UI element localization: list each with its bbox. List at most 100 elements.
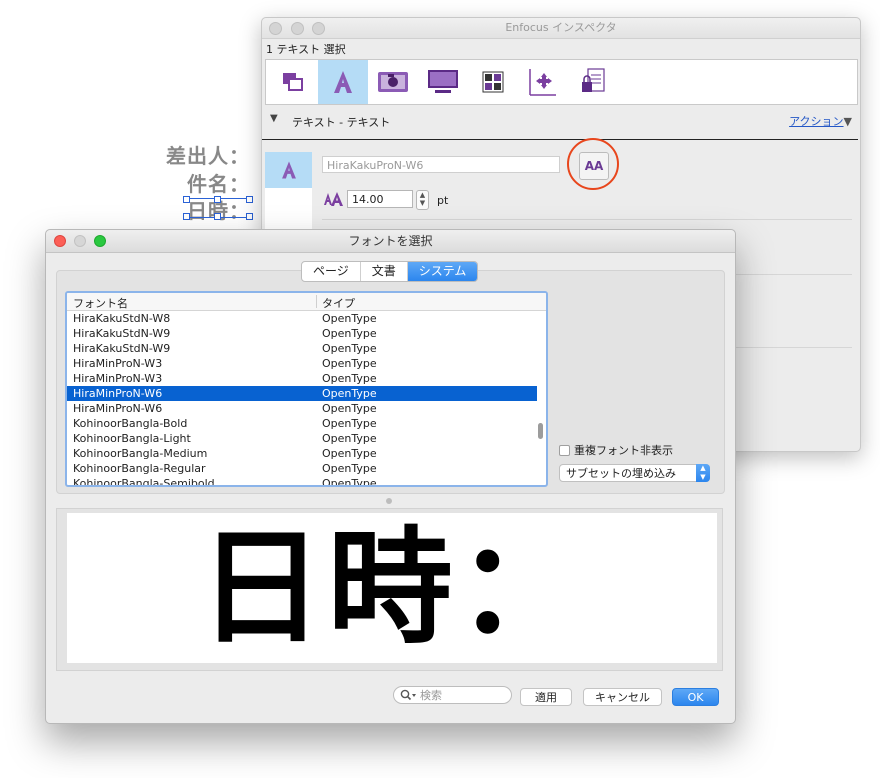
apply-button[interactable]: 適用 [520, 688, 572, 706]
close-button[interactable] [54, 235, 66, 247]
table-row[interactable]: KohinoorBangla-Regular OpenType [67, 461, 537, 476]
table-row[interactable]: KohinoorBangla-Bold OpenType [67, 416, 537, 431]
font-table: フォント名 タイプ HiraKakuStdN-W8 OpenType HiraKa… [65, 291, 548, 487]
tab-document[interactable]: 文書 [361, 262, 408, 281]
search-field[interactable]: 検索 [393, 686, 512, 704]
dropdown-arrow-icon: ▼ [843, 115, 852, 128]
font-size-field[interactable]: 14.00 [347, 190, 413, 208]
column-header-type[interactable]: タイプ [322, 295, 355, 311]
section-title: テキスト - テキスト [292, 116, 391, 129]
hide-duplicates-option[interactable]: 重複フォント非表示 [559, 442, 673, 458]
tab-page[interactable]: ページ [302, 262, 361, 281]
font-preview-text: 日時： [67, 513, 717, 663]
font-name-field[interactable]: HiraKakuProN-W6 [322, 156, 560, 173]
font-type-cell: OpenType [322, 387, 377, 400]
font-aa-icon: AA [584, 159, 604, 173]
hide-duplicates-checkbox[interactable] [559, 444, 570, 456]
selection-handle[interactable] [183, 213, 190, 220]
search-placeholder: 検索 [420, 689, 442, 702]
font-preview-panel: 日時： [56, 508, 723, 671]
selection-handle[interactable] [183, 196, 190, 203]
table-row-selected[interactable]: HiraMinProN-W6 OpenType [67, 386, 537, 401]
selection-handle[interactable] [214, 196, 221, 203]
inspector-window-controls [269, 22, 330, 38]
font-type-cell: OpenType [322, 372, 377, 385]
font-dialog: フォントを選択 ページ 文書 システム フォント名 タイプ HiraKakuSt… [45, 229, 736, 724]
tool-object[interactable] [268, 60, 318, 104]
selection-handle[interactable] [246, 213, 253, 220]
selection-handle[interactable] [214, 213, 221, 220]
vertical-scrollbar[interactable] [538, 423, 543, 439]
action-menu-link[interactable]: アクション▼ [789, 113, 852, 129]
inspector-titlebar: Enfocus インスペクタ [262, 18, 860, 39]
table-row[interactable]: HiraKakuStdN-W9 OpenType [67, 326, 537, 341]
tool-position[interactable] [518, 60, 568, 104]
disclosure-triangle-icon[interactable]: ▼ [270, 113, 278, 124]
ok-button[interactable]: OK [672, 688, 719, 706]
close-button[interactable] [269, 22, 282, 35]
cancel-button[interactable]: キャンセル [583, 688, 662, 706]
camera-icon [378, 72, 408, 92]
font-type-cell: OpenType [322, 417, 377, 430]
column-separator [316, 295, 317, 308]
font-rows: HiraKakuStdN-W8 OpenType HiraKakuStdN-W9 O… [67, 311, 537, 487]
select-arrows-icon: ▲ ▼ [696, 464, 710, 482]
font-name-cell: KohinoorBangla-Light [73, 432, 191, 445]
column-header-font-name[interactable]: フォント名 [73, 295, 128, 311]
font-picker-button[interactable]: AA [579, 152, 609, 180]
table-row[interactable]: HiraKakuStdN-W9 OpenType [67, 341, 537, 356]
splitter-handle[interactable] [386, 498, 392, 504]
tool-security[interactable] [568, 60, 618, 104]
axis-move-icon [529, 69, 556, 96]
font-name-cell: HiraKakuStdN-W8 [73, 312, 171, 325]
subnav-text-item[interactable] [265, 152, 312, 188]
table-row[interactable]: KohinoorBangla-Medium OpenType [67, 446, 537, 461]
zoom-button[interactable] [94, 235, 106, 247]
tool-text[interactable] [318, 60, 368, 104]
text-selection-box[interactable] [183, 196, 253, 220]
font-type-cell: OpenType [322, 402, 377, 415]
subset-embed-value: サブセットの埋め込み [566, 467, 676, 480]
tool-document[interactable] [418, 60, 468, 104]
table-row[interactable]: HiraMinProN-W3 OpenType [67, 371, 537, 386]
font-name-cell: KohinoorBangla-Medium [73, 447, 208, 460]
tool-layout[interactable] [468, 60, 518, 104]
grid-icon [482, 71, 504, 93]
font-type-cell: OpenType [322, 342, 377, 355]
table-row[interactable]: KohinoorBangla-Light OpenType [67, 431, 537, 446]
monitor-icon [428, 70, 458, 93]
font-name-cell: KohinoorBangla-Regular [73, 462, 206, 475]
tool-image[interactable] [368, 60, 418, 104]
tab-system[interactable]: システム [407, 262, 478, 281]
font-dialog-title: フォントを選択 [348, 234, 433, 248]
table-row[interactable]: HiraKakuStdN-W8 OpenType [67, 311, 537, 326]
minimize-button[interactable] [74, 235, 86, 247]
font-size-unit: pt [437, 194, 449, 207]
font-dialog-titlebar: フォントを選択 [46, 230, 735, 253]
font-dialog-window-controls [54, 235, 106, 247]
font-size-icon [324, 192, 343, 206]
subset-embed-select[interactable]: サブセットの埋め込み ▲ ▼ [559, 464, 710, 482]
minimize-button[interactable] [290, 22, 304, 35]
font-name-cell: HiraMinProN-W6 [73, 402, 163, 415]
table-row[interactable]: HiraMinProN-W6 OpenType [67, 401, 537, 416]
table-header: フォント名 タイプ [67, 293, 546, 311]
font-type-cell: OpenType [322, 357, 377, 370]
selection-handle[interactable] [246, 196, 253, 203]
font-type-cell: OpenType [322, 432, 377, 445]
search-icon [400, 689, 416, 701]
font-name-cell: KohinoorBangla-Semibold [73, 477, 215, 487]
selection-count: 1 テキスト 選択 [266, 43, 346, 56]
text-a-icon [334, 71, 352, 93]
font-name-cell: HiraKakuStdN-W9 [73, 327, 171, 340]
font-type-cell: OpenType [322, 462, 377, 475]
table-row[interactable]: HiraMinProN-W3 OpenType [67, 356, 537, 371]
inspector-toolbar [265, 59, 858, 105]
font-type-cell: OpenType [322, 327, 377, 340]
divider [322, 219, 852, 220]
zoom-button[interactable] [312, 22, 325, 35]
font-name-cell: HiraMinProN-W3 [73, 357, 163, 370]
table-row[interactable]: KohinoorBangla-Semibold OpenType [67, 476, 537, 487]
doc-line-subject: 件名： [187, 172, 250, 196]
font-size-stepper[interactable]: ▲ ▼ [416, 190, 429, 210]
